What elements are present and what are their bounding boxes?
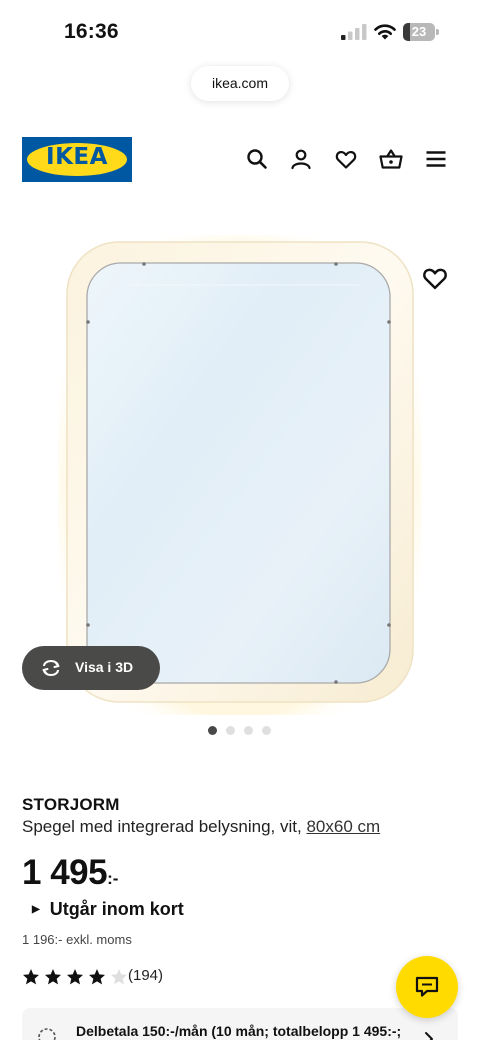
price-excl-vat: 1 196:- exkl. moms [22, 932, 132, 947]
price-amount: 1 495 [22, 853, 108, 892]
star-empty-icon [111, 969, 127, 985]
status-bar: 16:36 23 [0, 0, 480, 64]
star-filled-icon [89, 969, 105, 985]
star-filled-icon [23, 969, 39, 985]
star-filled-icon [67, 969, 83, 985]
battery-icon: 23 [403, 23, 439, 41]
product-description-text: Spegel med integrerad belysning, vit, [22, 817, 307, 836]
view-in-3d-button[interactable]: Visa i 3D [22, 646, 160, 690]
search-icon[interactable] [245, 147, 269, 171]
pagination-dot[interactable] [262, 726, 271, 735]
product-price: 1 495:- [22, 853, 118, 893]
ikea-logo[interactable]: IKEA [22, 137, 132, 182]
wifi-icon [374, 24, 396, 40]
installment-icon [38, 1028, 56, 1040]
installment-offer[interactable]: Delbetala 150:-/mån (10 mån; totalbelopp… [22, 1008, 458, 1040]
product-description: Spegel med integrerad belysning, vit, 80… [22, 817, 380, 837]
star-filled-icon [45, 969, 61, 985]
product-size-link[interactable]: 80x60 cm [306, 817, 380, 836]
pagination-dot[interactable] [226, 726, 235, 735]
url-bar[interactable]: ikea.com [191, 66, 289, 101]
pagination-dot[interactable] [244, 726, 253, 735]
battery-level: 23 [411, 24, 427, 39]
availability-label: Utgår inom kort [49, 899, 184, 919]
heart-outline-icon[interactable] [421, 264, 449, 292]
shopping-basket-icon[interactable] [379, 147, 403, 171]
availability-notice[interactable]: ▶ Utgår inom kort [32, 899, 184, 920]
wishlist-heart-icon[interactable] [334, 147, 358, 171]
review-count[interactable]: (194) [128, 967, 163, 984]
pagination-dot[interactable] [208, 726, 217, 735]
rotate-3d-icon [42, 660, 60, 676]
cellular-signal-icon [341, 24, 367, 40]
caret-right-icon: ▶ [32, 904, 40, 915]
logo-text: IKEA [46, 144, 108, 170]
chat-bubble-icon [415, 976, 439, 997]
product-name: STORJORM [22, 795, 120, 814]
view-in-3d-label: Visa i 3D [75, 659, 134, 675]
status-time: 16:36 [64, 20, 119, 43]
menu-icon[interactable] [424, 147, 448, 171]
installment-text: Delbetala 150:-/mån (10 mån; totalbelopp… [76, 1023, 402, 1039]
product-image[interactable] [0, 215, 480, 715]
chevron-right-icon [425, 1032, 433, 1040]
chat-button[interactable] [396, 956, 458, 1018]
price-suffix: :- [107, 869, 119, 888]
account-icon[interactable] [289, 147, 313, 171]
